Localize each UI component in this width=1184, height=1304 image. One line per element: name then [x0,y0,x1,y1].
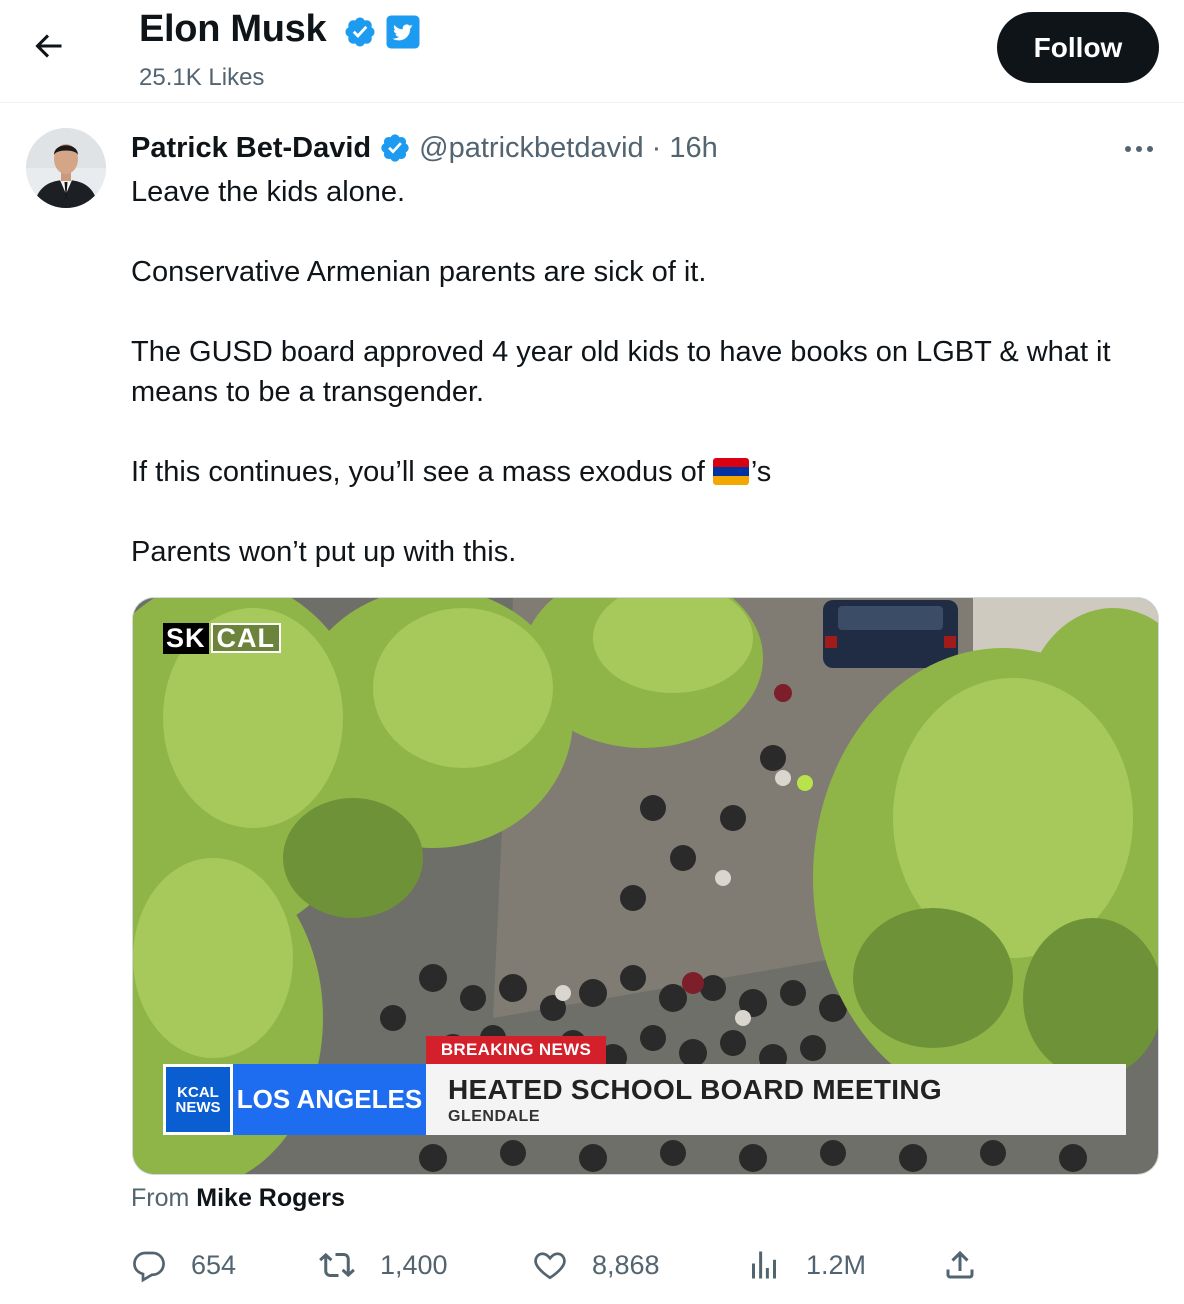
profile-likes-count: 25.1K Likes [139,64,265,91]
video-thumbnail[interactable]: SK CAL BREAKING NEWS KCAL NEWS LOS ANGELE… [132,597,1159,1175]
like-count: 8,868 [592,1249,660,1280]
views-button[interactable]: 1.2M [746,1240,866,1290]
views-chart-icon [752,1251,776,1279]
tweet-text-fragment: ’s [750,456,772,488]
media-attribution: From Mike Rogers [131,1184,345,1213]
tweet-text-fragment: If this continues, you’ll see a mass exo… [131,456,705,488]
author-handle[interactable]: @patrickbetdavid [419,132,644,165]
tweet-author-row: Patrick Bet-David @patrickbetdavid · 16h [131,128,718,168]
news-lower-third: KCAL NEWS LOS ANGELES HEATED SCHOOL BOAR… [163,1064,1126,1135]
share-button[interactable] [942,1240,978,1290]
news-headline: HEATED SCHOOL BOARD MEETING [448,1074,942,1105]
breaking-news-tag: BREAKING NEWS [426,1036,606,1064]
flag-stripe [712,476,749,485]
flag-stripe [712,467,749,476]
repost-button[interactable]: 1,400 [318,1240,448,1290]
news-subheadline: GLENDALE [448,1108,540,1125]
author-name[interactable]: Patrick Bet-David [131,132,371,165]
profile-badges [343,14,421,50]
back-arrow-icon[interactable] [30,28,66,64]
kcal-news-logo: KCAL NEWS [163,1064,233,1135]
tweet-text-line: Parents won’t put up with this. [131,536,517,568]
attribution-name[interactable]: Mike Rogers [196,1184,345,1212]
reply-count: 654 [191,1249,237,1280]
tweet-text-line: means to be a transgender. [131,376,485,408]
city-label: LOS ANGELES [233,1064,426,1135]
watermark-cal: CAL [210,623,282,653]
logo-line: KCAL [177,1083,219,1101]
profile-name: Elon Musk [139,8,327,50]
logo-line: NEWS [175,1098,221,1116]
more-options-icon[interactable] [1122,140,1156,158]
profile-header: Elon Musk 25.1K Likes Follow [0,0,1184,103]
separator-dot: · [651,131,662,164]
heart-icon [534,1252,566,1280]
repost-icon [319,1252,355,1278]
share-icon [946,1250,974,1279]
tweet-text-line: Leave the kids alone. [131,176,406,208]
repost-count: 1,400 [380,1249,448,1280]
tweet-text-line-with-flag: If this continues, you’ll see a mass exo… [131,452,771,492]
watermark-sk: SK [163,622,209,654]
verified-badge-icon[interactable] [379,132,411,164]
tweet-text-line: The GUSD board approved 4 year old kids … [131,336,1111,368]
armenia-flag-emoji [712,458,749,485]
verified-badge-icon[interactable] [343,15,377,49]
attribution-prefix: From [131,1184,190,1212]
reply-button[interactable]: 654 [131,1240,236,1290]
avatar[interactable] [26,128,106,208]
tweet-timestamp[interactable]: 16h [669,132,717,165]
flag-stripe [712,458,749,467]
headline-panel: HEATED SCHOOL BOARD MEETING GLENDALE [426,1064,1126,1135]
twitter-logo-badge-icon[interactable] [385,14,421,50]
follow-button[interactable]: Follow [997,12,1159,83]
views-count: 1.2M [806,1249,867,1280]
tweet-text-line: Conservative Armenian parents are sick o… [131,256,707,288]
like-button[interactable]: 8,868 [532,1240,660,1290]
tweet-action-bar: 654 1,400 8,868 1.2M [0,1240,1184,1290]
reply-icon [133,1251,165,1283]
sky-cal-watermark: SK CAL [163,622,282,654]
